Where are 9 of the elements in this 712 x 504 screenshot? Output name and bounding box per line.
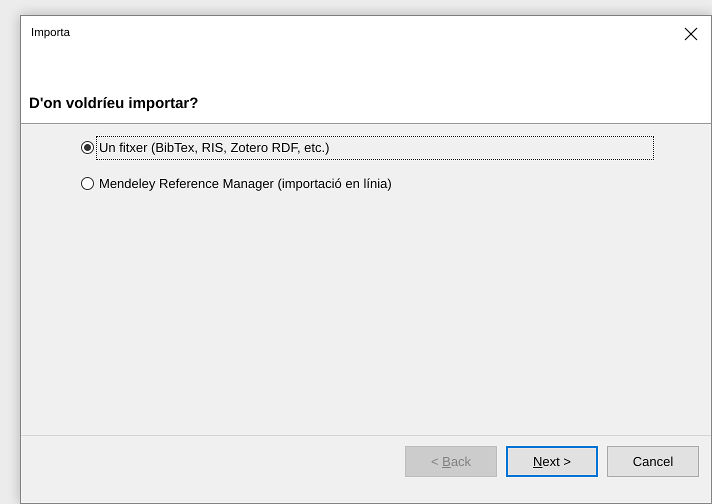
- cancel-button[interactable]: Cancel: [607, 446, 699, 477]
- radio-button[interactable]: [81, 141, 94, 154]
- dialog-heading: D'on voldríeu importar?: [29, 94, 198, 114]
- close-icon: [684, 26, 698, 40]
- next-button[interactable]: Next >: [506, 446, 598, 477]
- option-label[interactable]: Mendeley Reference Manager (importació en línia): [96, 172, 395, 195]
- option-label[interactable]: Un fitxer (BibTex, RIS, Zotero RDF, etc.): [96, 136, 654, 160]
- window-title: Importa: [31, 26, 70, 41]
- radio-button[interactable]: [81, 176, 94, 190]
